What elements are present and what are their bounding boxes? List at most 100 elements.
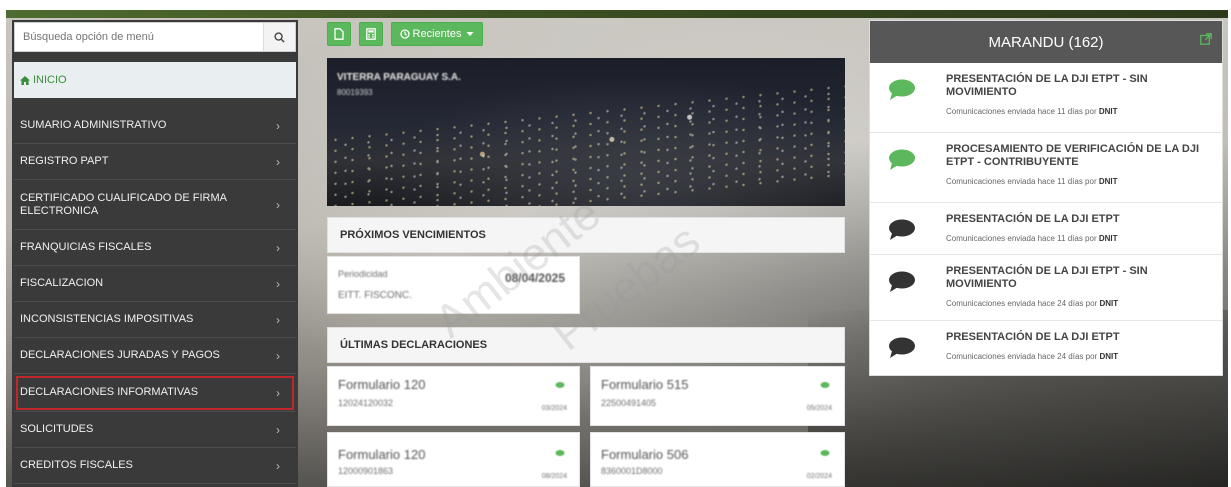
vencimiento-label: Periodicidad: [338, 269, 388, 279]
sidebar-item-label: DECLARACIONES INFORMATIVAS: [20, 386, 199, 398]
sidebar-item-label: DECLARACIONES JURADAS Y PAGOS: [20, 349, 220, 361]
comment-icon: [889, 337, 915, 358]
sidebar-item-fiscalizacion[interactable]: FISCALIZACION ›: [14, 266, 296, 302]
sidebar-item-franquicias-fiscales[interactable]: FRANQUICIAS FISCALES ›: [14, 230, 296, 266]
external-link-icon[interactable]: [1200, 33, 1212, 45]
sidebar-item-sumario-administrativo[interactable]: SUMARIO ADMINISTRATIVO ›: [14, 108, 296, 144]
declaracion-number: 8360001D8000: [601, 466, 663, 476]
marandu-item-meta: Comunicaciones enviada hace 11 días por …: [946, 177, 1210, 186]
chevron-right-icon: ›: [276, 312, 280, 327]
declaracion-number: 12000901863: [338, 466, 394, 476]
sidebar-item-inconsistencias-impositivas[interactable]: INCONSISTENCIAS IMPOSITIVAS ›: [14, 302, 296, 338]
marandu-item[interactable]: PRESENTACIÓN DE LA DJI ETPT - SIN MOVIMI…: [870, 63, 1222, 133]
marandu-item-title: PRESENTACIÓN DE LA DJI ETPT - SIN MOVIMI…: [946, 265, 1148, 290]
search-button[interactable]: [263, 23, 295, 51]
sidebar-item-label: INCONSISTENCIAS IMPOSITIVAS: [20, 313, 194, 325]
declaracion-card[interactable]: Formulario 515 22500491405 05/2024: [590, 366, 845, 426]
marandu-item-sender: DNIT: [1098, 234, 1118, 243]
marandu-item-title: PRESENTACIÓN DE LA DJI ETPT: [946, 213, 1120, 225]
sidebar-item-registro-papt[interactable]: REGISTRO PAPT ›: [14, 144, 296, 180]
declaracion-form: Formulario 120: [338, 377, 426, 392]
file-icon: [334, 28, 344, 40]
company-name: VITERRA PARAGUAY S.A.: [337, 72, 461, 83]
menu-search: [14, 22, 296, 52]
marandu-title: MARANDU (162): [988, 33, 1104, 51]
eye-icon[interactable]: [555, 381, 565, 389]
sidebar-item-label: SOLICITUDES: [20, 423, 94, 435]
marandu-item-meta-text: Comunicaciones enviada hace 24 días por: [946, 352, 1100, 361]
chevron-right-icon: ›: [276, 458, 280, 473]
declaracion-form: Formulario 515: [601, 377, 689, 392]
declaracion-form: Formulario 506: [601, 447, 689, 462]
marandu-item[interactable]: PRESENTACIÓN DE LA DJI ETPT Comunicacion…: [870, 321, 1222, 373]
marandu-panel: MARANDU (162) PRESENTACIÓN DE LA DJI ETP…: [869, 20, 1223, 376]
city-lights-image: [327, 80, 845, 206]
marandu-item-meta-text: Comunicaciones enviada hace 11 días por: [946, 107, 1099, 116]
marandu-item[interactable]: PRESENTACIÓN DE LA DJI ETPT - SIN MOVIMI…: [870, 255, 1222, 321]
declaraciones-title: ÚLTIMAS DECLARACIONES: [340, 339, 488, 351]
sidebar-item-creditos-fiscales[interactable]: CREDITOS FISCALES ›: [14, 448, 296, 484]
declaracion-period: 08/2024: [541, 473, 567, 480]
sidebar-menu: INICIO SUMARIO ADMINISTRATIVO › REGISTRO…: [12, 20, 298, 487]
calculator-button[interactable]: [359, 22, 383, 46]
sidebar-item-label: CERTIFICADO CUALIFICADO DE FIRMA ELECTRO…: [20, 191, 227, 217]
vencimiento-obligation: EITT. FISCONC.: [338, 290, 412, 301]
marandu-item-title: PROCESAMIENTO DE VERIFICACIÓN DE LA DJI …: [946, 143, 1200, 168]
marandu-item-title: PRESENTACIÓN DE LA DJI ETPT - SIN MOVIMI…: [946, 73, 1148, 98]
sidebar-item-solicitudes[interactable]: SOLICITUDES ›: [14, 412, 296, 448]
company-banner: VITERRA PARAGUAY S.A. 80019393: [327, 58, 845, 206]
marandu-item-meta-text: Comunicaciones enviada hace 24 días por: [946, 299, 1100, 308]
new-document-button[interactable]: [327, 22, 351, 46]
sidebar-item-label: INICIO: [33, 74, 67, 86]
marandu-header: MARANDU (162): [870, 21, 1222, 63]
chevron-right-icon: ›: [276, 385, 280, 400]
marandu-item-meta-text: Comunicaciones enviada hace 11 días por: [946, 177, 1099, 186]
chevron-right-icon: ›: [276, 422, 280, 437]
declaracion-card[interactable]: Formulario 506 8360001D8000 02/2024: [590, 432, 845, 487]
search-input[interactable]: [15, 23, 263, 51]
comment-icon: [889, 79, 915, 100]
declaracion-card[interactable]: Formulario 120 12024120032 03/2024: [327, 366, 580, 426]
chevron-right-icon: ›: [276, 197, 280, 212]
sidebar-item-inicio[interactable]: INICIO: [14, 62, 296, 98]
chevron-right-icon: ›: [276, 276, 280, 291]
eye-icon[interactable]: [555, 449, 565, 457]
declaracion-period: 02/2024: [806, 473, 832, 480]
company-ruc: 80019393: [337, 88, 373, 97]
marandu-item-sender: DNIT: [1099, 352, 1119, 361]
caret-down-icon: [466, 32, 474, 36]
marandu-item[interactable]: PROCESAMIENTO DE VERIFICACIÓN DE LA DJI …: [870, 133, 1222, 203]
clock-icon: [399, 29, 410, 39]
sidebar-item-declaraciones-juradas-pagos[interactable]: DECLARACIONES JURADAS Y PAGOS ›: [14, 338, 296, 374]
marandu-item-sender: DNIT: [1099, 299, 1119, 308]
declaracion-period: 05/2024: [806, 405, 832, 412]
declaracion-number: 12024120032: [338, 398, 394, 408]
marandu-item[interactable]: PRESENTACIÓN DE LA DJI ETPT Comunicacion…: [870, 203, 1222, 255]
marandu-item-meta: Comunicaciones enviada hace 11 días por …: [946, 234, 1210, 243]
marandu-item-sender: DNIT: [1098, 177, 1118, 186]
recientes-label: Recientes: [412, 28, 462, 40]
eye-icon[interactable]: [820, 449, 830, 457]
sidebar-item-label: FRANQUICIAS FISCALES: [20, 241, 152, 253]
chevron-right-icon: ›: [276, 348, 280, 363]
recientes-dropdown[interactable]: Recientes: [391, 22, 483, 46]
chevron-right-icon: ›: [276, 154, 280, 169]
marandu-item-sender: DNIT: [1098, 107, 1118, 116]
sidebar-item-label: SUMARIO ADMINISTRATIVO: [20, 119, 167, 131]
eye-icon[interactable]: [820, 381, 830, 389]
declaracion-card[interactable]: Formulario 120 12000901863 08/2024: [327, 432, 580, 487]
comment-icon: [889, 271, 915, 292]
vencimientos-title: PRÓXIMOS VENCIMIENTOS: [340, 229, 486, 241]
vencimiento-card[interactable]: Periodicidad 08/04/2025 EITT. FISCONC.: [327, 256, 580, 314]
vencimientos-header: PRÓXIMOS VENCIMIENTOS: [327, 217, 845, 253]
chevron-right-icon: ›: [276, 118, 280, 133]
sidebar-item-label: REGISTRO PAPT: [20, 155, 109, 167]
comment-icon: [889, 219, 915, 240]
marandu-item-meta-text: Comunicaciones enviada hace 11 días por: [946, 234, 1099, 243]
marandu-item-meta: Comunicaciones enviada hace 24 días por …: [946, 352, 1210, 361]
sidebar-item-label: FISCALIZACION: [20, 277, 104, 289]
sidebar-item-declaraciones-informativas[interactable]: DECLARACIONES INFORMATIVAS ›: [14, 374, 296, 412]
search-icon: [274, 31, 285, 43]
sidebar-item-certificado-firma[interactable]: CERTIFICADO CUALIFICADO DE FIRMA ELECTRO…: [14, 180, 296, 230]
marandu-item-meta: Comunicaciones enviada hace 11 días por …: [946, 107, 1210, 116]
